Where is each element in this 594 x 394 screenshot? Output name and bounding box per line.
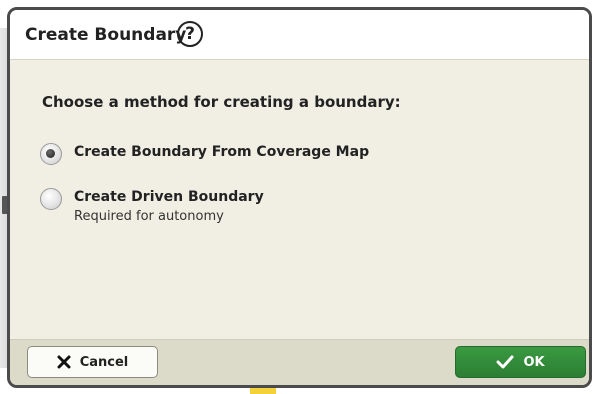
dialog-title: Create Boundary xyxy=(25,25,187,45)
option-boundary-from-coverage-map[interactable]: Create Boundary From Coverage Map xyxy=(40,141,369,165)
option-label: Create Driven Boundary xyxy=(74,189,264,205)
option-text: Create Driven Boundary Required for auto… xyxy=(74,186,264,226)
checkmark-icon xyxy=(496,355,514,369)
radio-button-selected[interactable] xyxy=(40,143,62,165)
radio-button-unselected[interactable] xyxy=(40,188,62,210)
cancel-label: Cancel xyxy=(79,354,129,370)
cancel-button[interactable]: Cancel xyxy=(27,346,158,378)
dialog-header: Create Boundary ? xyxy=(10,10,589,60)
help-icon[interactable]: ? xyxy=(177,21,203,47)
create-boundary-dialog: Create Boundary ? Choose a method for cr… xyxy=(7,7,592,388)
method-prompt: Choose a method for creating a boundary: xyxy=(42,93,401,111)
option-text: Create Boundary From Coverage Map xyxy=(74,141,369,163)
option-driven-boundary[interactable]: Create Driven Boundary Required for auto… xyxy=(40,186,264,226)
dialog-footer: Cancel OK xyxy=(10,339,589,385)
option-label: Create Boundary From Coverage Map xyxy=(74,144,370,160)
ok-button[interactable]: OK xyxy=(455,346,586,378)
ok-label: OK xyxy=(523,354,545,370)
x-icon xyxy=(57,355,71,369)
option-sublabel: Required for autonomy xyxy=(74,209,224,224)
